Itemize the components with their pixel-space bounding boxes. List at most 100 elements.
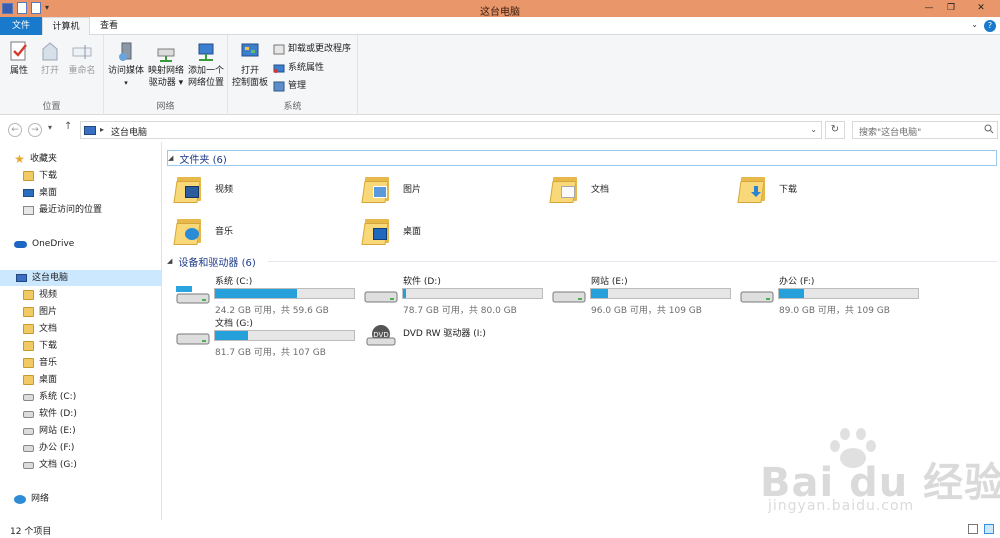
nav-drive-g[interactable]: 文档 (G:) xyxy=(23,457,77,473)
chevron-down-icon[interactable]: ⌄ xyxy=(971,20,978,29)
drive-item-e[interactable]: 网站 (E:) 96.0 GB 可用，共 109 GB xyxy=(539,272,731,316)
network-icon xyxy=(14,494,26,504)
drive-usage-fill xyxy=(779,289,805,298)
large-icons-view-icon[interactable] xyxy=(984,524,994,534)
nav-network[interactable]: 网络 xyxy=(14,491,49,507)
up-button[interactable]: ↑ xyxy=(64,121,72,132)
recent-places-icon xyxy=(23,205,34,215)
folder-documents[interactable]: 文档 xyxy=(549,168,731,208)
uninstall-program-button[interactable]: 卸载或更改程序 xyxy=(273,43,351,55)
nav-documents[interactable]: 文档 xyxy=(23,321,57,337)
drive-item-d[interactable]: 软件 (D:) 78.7 GB 可用，共 80.0 GB xyxy=(351,272,543,316)
open-icon xyxy=(40,41,60,63)
folder-desktop[interactable]: 桌面 xyxy=(361,210,543,250)
pictures-folder-icon xyxy=(361,173,393,203)
documents-folder-icon xyxy=(23,324,34,334)
search-icon xyxy=(984,124,994,134)
search-input[interactable]: 搜索"这台电脑" xyxy=(852,121,998,139)
nav-downloads[interactable]: 下载 xyxy=(23,338,57,354)
network-location-icon xyxy=(196,41,216,63)
drive-icon xyxy=(23,410,34,418)
drive-usage-fill xyxy=(215,289,297,298)
nav-this-pc[interactable]: 这台电脑 xyxy=(0,270,161,286)
group-header-folders[interactable]: ◢ 文件夹 (6) xyxy=(167,150,997,166)
nav-onedrive[interactable]: OneDrive xyxy=(14,236,74,252)
close-button[interactable]: ✕ xyxy=(962,0,1000,17)
manage-button[interactable]: 管理 xyxy=(273,80,306,92)
drive-icon xyxy=(23,461,34,469)
open-button[interactable]: 打开 xyxy=(37,41,63,77)
nav-fav-downloads[interactable]: 下载 xyxy=(23,168,57,184)
collapse-icon[interactable]: ◢ xyxy=(167,257,172,265)
tab-file[interactable]: 文件 xyxy=(0,17,42,35)
desktop-folder-icon xyxy=(23,375,34,385)
map-drive-button[interactable]: 映射网络 驱动器 ▾ xyxy=(146,41,186,89)
nav-fav-recent[interactable]: 最近访问的位置 xyxy=(23,202,102,218)
drive-item-f[interactable]: 办公 (F:) 89.0 GB 可用，共 109 GB xyxy=(727,272,919,316)
windows-drive-icon xyxy=(176,286,210,304)
drive-item-dvd[interactable]: DVD DVD RW 驱动器 (I:) xyxy=(351,314,541,354)
nav-drive-c[interactable]: 系统 (C:) xyxy=(23,389,76,405)
access-media-button[interactable]: 访问媒体 ▾ xyxy=(106,41,146,89)
nav-pictures[interactable]: 图片 xyxy=(23,304,57,320)
music-folder-icon xyxy=(23,358,34,368)
drive-usage-fill xyxy=(591,289,608,298)
nav-drive-e[interactable]: 网站 (E:) xyxy=(23,423,76,439)
tab-view[interactable]: 查看 xyxy=(90,17,128,35)
refresh-button[interactable]: ↻ xyxy=(825,121,845,139)
videos-folder-icon xyxy=(23,290,34,300)
address-bar[interactable]: ▸ 这台电脑 ⌄ xyxy=(80,121,822,139)
rename-button[interactable]: 重命名 xyxy=(67,41,97,77)
breadcrumb[interactable]: 这台电脑 xyxy=(111,125,147,138)
tab-computer[interactable]: 计算机 xyxy=(42,17,90,36)
programs-icon xyxy=(273,44,285,55)
nav-music[interactable]: 音乐 xyxy=(23,355,57,371)
group-header-drives[interactable]: ◢ 设备和驱动器 (6) xyxy=(167,253,997,269)
system-properties-button[interactable]: 系统属性 xyxy=(273,62,324,74)
downloads-folder-icon xyxy=(23,171,34,181)
manage-icon xyxy=(273,81,285,92)
nav-drive-d[interactable]: 软件 (D:) xyxy=(23,406,77,422)
drive-usage-bar xyxy=(778,288,919,299)
status-bar: 12 个项目 xyxy=(0,520,1000,538)
collapse-icon[interactable]: ◢ xyxy=(168,154,173,162)
nav-favorites[interactable]: ★ 收藏夹 xyxy=(14,151,57,167)
drive-usage-bar xyxy=(214,288,355,299)
chevron-down-icon[interactable]: ⌄ xyxy=(810,125,817,134)
drive-icon xyxy=(740,291,774,303)
checklist-icon xyxy=(9,41,29,63)
downloads-folder-icon xyxy=(23,341,34,351)
properties-button[interactable]: 属性 xyxy=(6,41,32,77)
folder-downloads[interactable]: 下载 xyxy=(737,168,919,208)
minimize-button[interactable]: — xyxy=(918,0,940,17)
computer-icon xyxy=(84,126,96,135)
group-network: 访问媒体 ▾ 映射网络 驱动器 ▾ 添加一个 网络位置 网络 xyxy=(104,35,228,115)
help-icon[interactable]: ? xyxy=(984,20,996,32)
drive-item-g[interactable]: 文档 (G:) 81.7 GB 可用，共 107 GB xyxy=(163,314,355,358)
videos-folder-icon xyxy=(173,173,205,203)
nav-fav-desktop[interactable]: 桌面 xyxy=(23,185,57,201)
folder-music[interactable]: 音乐 xyxy=(173,210,355,250)
folder-pictures[interactable]: 图片 xyxy=(361,168,543,208)
forward-button[interactable]: → xyxy=(28,123,42,137)
nav-videos[interactable]: 视频 xyxy=(23,287,57,303)
watermark-url: jingyan.baidu.com xyxy=(768,498,915,514)
back-button[interactable]: ← xyxy=(8,123,22,137)
item-count: 12 个项目 xyxy=(10,527,52,537)
drive-item-c[interactable]: 系统 (C:) 24.2 GB 可用，共 59.6 GB xyxy=(163,272,355,316)
cloud-icon xyxy=(14,240,27,248)
recent-locations-button[interactable]: ▾ xyxy=(48,123,52,132)
nav-drive-f[interactable]: 办公 (F:) xyxy=(23,440,74,456)
rename-icon xyxy=(72,41,92,63)
drive-usage-bar xyxy=(214,330,355,341)
add-network-location-button[interactable]: 添加一个 网络位置 xyxy=(186,41,226,89)
details-view-icon[interactable] xyxy=(968,524,978,534)
group-label-network: 网络 xyxy=(156,102,175,112)
chevron-right-icon[interactable]: ▸ xyxy=(100,125,104,134)
maximize-button[interactable]: ❐ xyxy=(940,0,962,17)
open-control-panel-button[interactable]: 打开 控制面板 xyxy=(232,41,268,89)
nav-desktop[interactable]: 桌面 xyxy=(23,372,57,388)
folder-videos[interactable]: 视频 xyxy=(173,168,355,208)
drive-icon xyxy=(23,444,34,452)
drive-icon xyxy=(552,291,586,303)
